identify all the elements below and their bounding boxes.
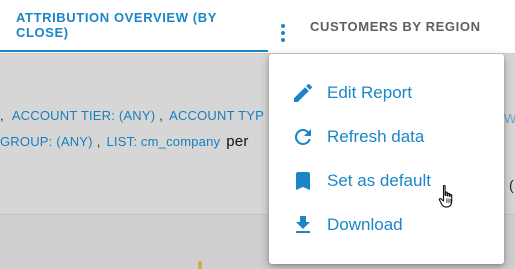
menu-item-edit-report[interactable]: Edit Report [269, 71, 504, 115]
tab-customers-by-region[interactable]: CUSTOMERS BY REGION [310, 0, 481, 52]
tab-attribution-overview-label: ATTRIBUTION OVERVIEW (BY CLOSE) [16, 10, 217, 40]
menu-item-label: Download [327, 215, 403, 234]
hand-cursor-icon [438, 184, 453, 208]
filter-line-1: , ACCOUNT TIER: (ANY), ACCOUNT TYP [0, 108, 264, 123]
pencil-icon [291, 81, 315, 105]
filter-separator: , [96, 134, 101, 149]
download-icon [291, 213, 315, 237]
menu-item-download[interactable]: Download [269, 203, 504, 247]
chart-bar-fragment [198, 261, 202, 269]
filter-line-2: GROUP: (ANY), LIST: cm_company per [0, 133, 249, 150]
filter-separator: , [159, 108, 164, 123]
report-actions-menu: Edit Report Refresh data Set as default … [269, 54, 504, 264]
tab-bar: ATTRIBUTION OVERVIEW (BY CLOSE) CUSTOMER… [0, 0, 515, 53]
menu-item-label: Edit Report [327, 83, 413, 102]
bookmark-icon [291, 169, 315, 193]
filter-line1-leading: , [0, 108, 4, 123]
filter-per-text: per [226, 133, 249, 150]
filter-line1-overflow: W- [504, 111, 515, 126]
tab-attribution-overview[interactable]: ATTRIBUTION OVERVIEW (BY CLOSE) [0, 0, 268, 52]
refresh-icon [291, 125, 315, 149]
menu-item-label: Refresh data [327, 127, 425, 146]
menu-item-refresh-data[interactable]: Refresh data [269, 115, 504, 159]
filter-list[interactable]: LIST: cm_company [107, 134, 221, 149]
filter-account-tier[interactable]: ACCOUNT TIER: (ANY) [12, 108, 155, 123]
more-vertical-icon[interactable] [272, 18, 294, 48]
menu-item-set-as-default[interactable]: Set as default [269, 159, 504, 203]
menu-item-label: Set as default [327, 171, 431, 190]
clipped-glyph: ( [509, 177, 514, 193]
filter-group[interactable]: GROUP: (ANY) [0, 134, 93, 149]
tab-customers-by-region-label: CUSTOMERS BY REGION [310, 18, 481, 34]
filter-account-type[interactable]: ACCOUNT TYP [169, 108, 264, 123]
